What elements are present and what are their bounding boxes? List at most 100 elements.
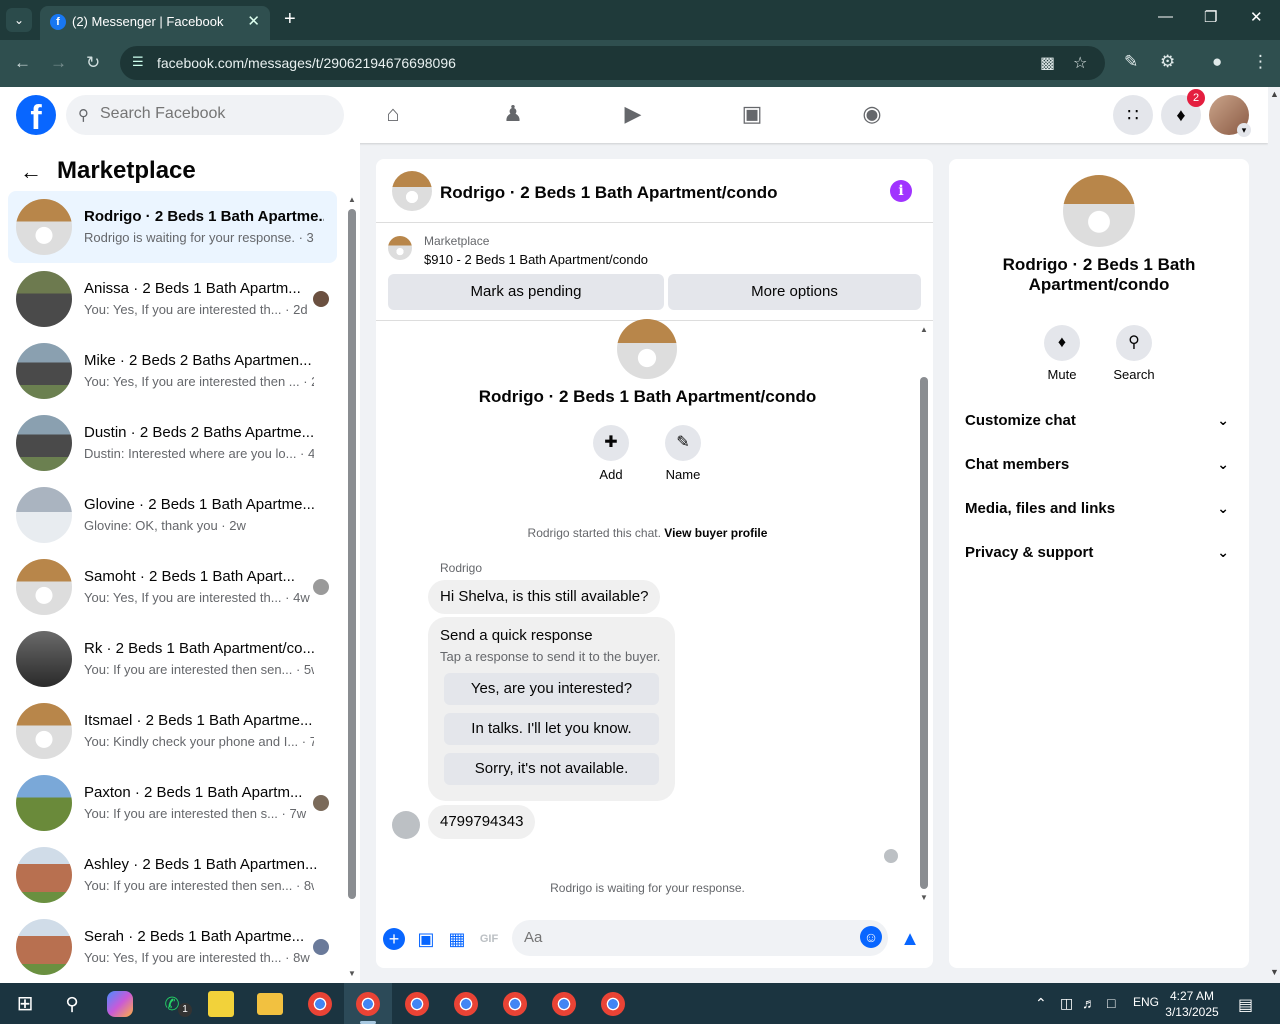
mute-button[interactable]: ♦ Mute <box>1032 325 1092 382</box>
language-indicator[interactable]: ENG <box>1133 995 1159 1009</box>
scrollbar-thumb[interactable] <box>920 377 928 889</box>
network-icon[interactable]: □ <box>1107 995 1115 1011</box>
thumbs-up-icon[interactable]: ▲ <box>899 928 921 950</box>
close-tab-icon[interactable]: ✕ <box>247 12 260 30</box>
page-scrollbar[interactable]: ▲ ▼ <box>1268 87 1280 983</box>
chrome-icon[interactable] <box>308 992 332 1016</box>
tab-search-dropdown[interactable]: ⌄ <box>6 8 32 32</box>
search-icon[interactable]: ⚲ <box>57 989 87 1019</box>
mark-as-pending-button[interactable]: Mark as pending <box>388 274 664 310</box>
chrome-icon[interactable] <box>552 992 576 1016</box>
chevron-down-icon: ▾ <box>1237 123 1251 137</box>
quick-response-option[interactable]: Sorry, it's not available. <box>444 753 659 785</box>
conversation-item[interactable]: Dustin · 2 Beds 2 Baths Apartme... Dusti… <box>8 407 337 479</box>
customize-chat-section[interactable]: Customize chat ⌄ <box>965 412 1235 448</box>
quick-response-option[interactable]: In talks. I'll let you know. <box>444 713 659 745</box>
message-bubble[interactable]: 4799794343 <box>428 805 536 839</box>
conversation-item[interactable]: Paxton · 2 Beds 1 Bath Apartm... You: If… <box>8 767 337 839</box>
notifications-icon[interactable]: ▤ <box>1238 995 1253 1015</box>
browser-tabbar: ⌄ f (2) Messenger | Facebook ✕ + — ❐ ✕ <box>0 0 1280 40</box>
site-info-icon[interactable]: ☰ <box>132 54 144 70</box>
photo-icon[interactable]: ▣ <box>415 928 437 950</box>
message-input[interactable] <box>524 929 854 946</box>
new-tab-button[interactable]: + <box>284 8 296 31</box>
conversation-name: Rk · 2 Beds 1 Bath Apartment/co... <box>84 640 315 657</box>
system-clock[interactable]: 4:27 AM 3/13/2025 <box>1160 988 1224 1020</box>
conversation-item[interactable]: Samoht · 2 Beds 1 Bath Apart... You: Yes… <box>8 551 337 623</box>
view-buyer-profile-link[interactable]: View buyer profile <box>664 526 767 540</box>
chat-title[interactable]: Rodrigo · 2 Beds 1 Bath Apartment/condo <box>440 183 778 203</box>
add-people-button[interactable]: ✚ Add <box>581 425 641 482</box>
chat-scrollbar[interactable]: ▲ ▼ <box>919 325 929 903</box>
message-bubble[interactable]: Hi Shelva, is this still available? <box>428 580 661 614</box>
privacy-support-section[interactable]: Privacy & support ⌄ <box>965 544 1235 580</box>
quick-response-option[interactable]: Yes, are you interested? <box>444 673 659 705</box>
gaming-icon[interactable]: ◉ <box>858 101 886 129</box>
back-icon[interactable]: ← <box>14 53 31 73</box>
back-arrow-icon[interactable]: ← <box>20 159 42 185</box>
emoji-icon[interactable]: ☺ <box>860 926 882 948</box>
chevron-up-icon[interactable]: ⌃ <box>1035 995 1047 1012</box>
sticky-notes-icon[interactable] <box>208 991 234 1017</box>
chat-members-section[interactable]: Chat members ⌄ <box>965 456 1235 492</box>
facebook-logo-icon[interactable]: f <box>16 95 56 137</box>
pen-icon[interactable]: ✎ <box>1124 52 1138 72</box>
conversations-scrollbar[interactable]: ▲ ▼ <box>345 193 356 983</box>
more-options-button[interactable]: More options <box>668 274 921 310</box>
restore-icon[interactable]: ❐ <box>1204 8 1217 26</box>
menu-kebab-icon[interactable]: ⋮ <box>1252 52 1269 72</box>
chrome-icon[interactable] <box>503 992 527 1016</box>
file-explorer-icon[interactable] <box>257 993 283 1015</box>
close-window-icon[interactable]: ✕ <box>1250 8 1263 26</box>
friends-icon[interactable]: ♟ <box>499 101 527 129</box>
windows-start-icon[interactable]: ⊞ <box>10 989 40 1019</box>
info-icon[interactable]: i <box>890 180 912 202</box>
minimize-icon[interactable]: — <box>1158 8 1173 25</box>
browser-tab[interactable]: f (2) Messenger | Facebook ✕ <box>40 6 270 40</box>
address-bar[interactable]: ☰ facebook.com/messages/t/29062194676698… <box>120 46 1105 80</box>
facebook-search-input[interactable] <box>100 105 330 123</box>
forward-icon[interactable]: → <box>50 53 67 73</box>
account-avatar[interactable]: ▾ <box>1209 95 1251 137</box>
bookmark-star-icon[interactable]: ☆ <box>1073 53 1087 73</box>
conversation-item[interactable]: Ashley · 2 Beds 1 Bath Apartmen... You: … <box>8 839 337 911</box>
profile-icon[interactable]: ● <box>1212 52 1222 72</box>
chat-thumbnail[interactable] <box>392 171 432 211</box>
listing-thumbnail <box>16 775 72 831</box>
copilot-icon[interactable] <box>107 991 133 1017</box>
chrome-icon[interactable] <box>405 992 429 1016</box>
extensions-icon[interactable]: ⚙ <box>1160 52 1175 72</box>
facebook-header: f ⚲ ⌂ ♟ ▶ ▣ ◉ ∷ ♦ 2 ▾ <box>0 87 1268 143</box>
volume-icon[interactable]: ♬ <box>1082 995 1096 1011</box>
chrome-icon[interactable] <box>454 992 478 1016</box>
message-input-box[interactable]: ☺ <box>512 920 888 956</box>
conversation-item[interactable]: Mike · 2 Beds 2 Baths Apartmen... You: Y… <box>8 335 337 407</box>
listing-title[interactable]: $910 - 2 Beds 1 Bath Apartment/condo <box>424 252 648 267</box>
video-icon[interactable]: ▶ <box>619 101 647 129</box>
chrome-icon[interactable] <box>356 992 380 1016</box>
marketplace-icon[interactable]: ▣ <box>738 101 766 129</box>
conversation-item[interactable]: Glovine · 2 Beds 1 Bath Apartme... Glovi… <box>8 479 337 551</box>
chrome-icon[interactable] <box>601 992 625 1016</box>
name-chat-button[interactable]: ✎ Name <box>653 425 713 482</box>
install-app-icon[interactable]: ▩ <box>1040 53 1055 73</box>
sender-avatar[interactable] <box>392 811 420 839</box>
listing-thumbnail <box>16 919 72 975</box>
meet-now-icon[interactable]: ◫ <box>1060 995 1073 1012</box>
conversation-item[interactable]: Serah · 2 Beds 1 Bath Apartme... You: Ye… <box>8 911 337 983</box>
conversation-item[interactable]: Itsmael · 2 Beds 1 Bath Apartme... You: … <box>8 695 337 767</box>
gif-icon[interactable]: GIF <box>478 928 500 950</box>
media-files-links-section[interactable]: Media, files and links ⌄ <box>965 500 1235 536</box>
plus-icon[interactable]: + <box>383 928 405 950</box>
sticker-icon[interactable]: ▦ <box>446 928 468 950</box>
conversation-item[interactable]: Rk · 2 Beds 1 Bath Apartment/co... You: … <box>8 623 337 695</box>
search-in-chat-button[interactable]: ⚲ Search <box>1104 325 1164 382</box>
menu-grid-icon[interactable]: ∷ <box>1113 95 1153 135</box>
home-icon[interactable]: ⌂ <box>379 101 407 129</box>
reload-icon[interactable]: ↻ <box>86 53 100 73</box>
notifications-badge: 2 <box>1187 89 1205 107</box>
facebook-search[interactable]: ⚲ <box>66 95 344 135</box>
conversation-item[interactable]: Anissa · 2 Beds 1 Bath Apartm... You: Ye… <box>8 263 337 335</box>
conversation-item[interactable]: Rodrigo · 2 Beds 1 Bath Apartme... Rodri… <box>8 191 337 263</box>
scrollbar-thumb[interactable] <box>348 209 356 899</box>
